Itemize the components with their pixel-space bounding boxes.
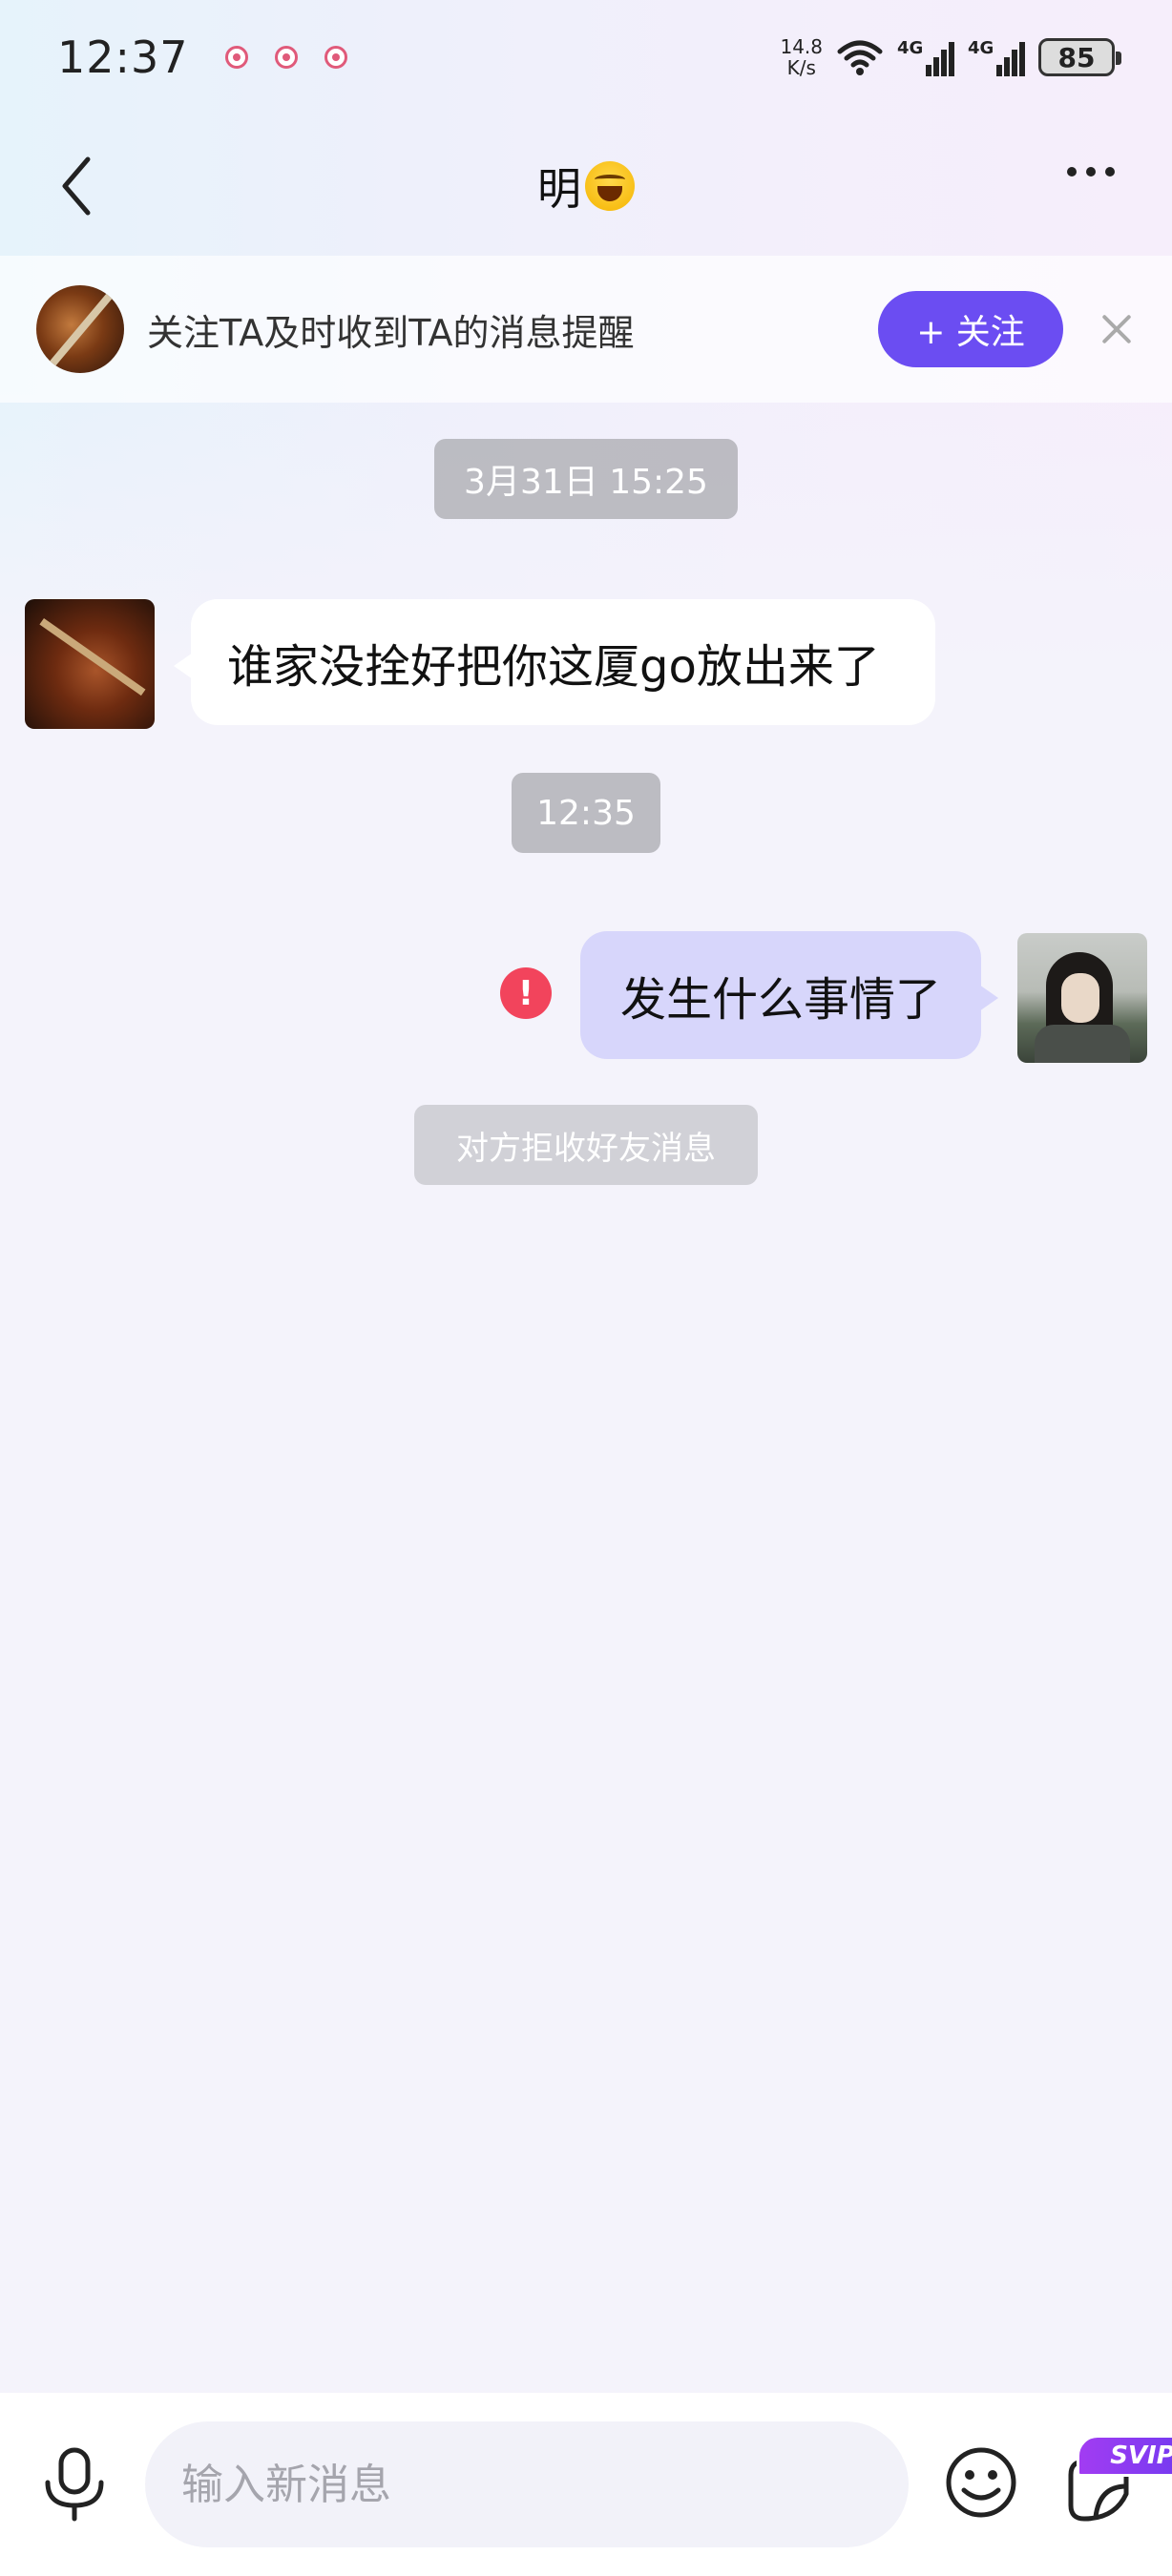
follow-prompt-text: 关注TA及时收到TA的消息提醒 [147,311,635,354]
message-input-bar [0,2393,1172,2576]
dot-icon [1086,167,1096,177]
emoji-button[interactable] [943,2444,1019,2521]
more-options-button[interactable] [1067,167,1115,177]
contact-name: 明 [537,163,581,215]
timestamp-chip: 12:35 [512,773,660,853]
cellular-signal-icon: 4G [897,38,954,76]
dot-icon [1105,167,1115,177]
nav-bar: 明 [0,124,1172,248]
timestamp-chip: 3月31日 15:25 [434,439,738,519]
microphone-icon [45,2447,104,2522]
voice-input-button[interactable] [38,2446,111,2523]
network-speed: 14.8 K/s [780,35,823,79]
back-button[interactable] [48,153,105,219]
status-bar: 12:37 14.8 K/s 4G 4G 85 [0,0,1172,114]
svip-badge: SVIP [1077,2435,1172,2477]
dot-icon [1067,167,1077,177]
cellular-signal-icon: 4G [968,38,1025,76]
follow-banner: 关注TA及时收到TA的消息提醒 + 关注 [0,256,1172,403]
outgoing-message-bubble[interactable]: 发生什么事情了 [580,931,998,1059]
message-text: 发生什么事情了 [619,973,941,1027]
tears-of-joy-emoji-icon [585,161,635,211]
notification-icons [224,46,347,69]
notification-app-icon [274,46,298,69]
contact-avatar-small[interactable] [36,285,124,373]
self-avatar[interactable] [1017,933,1147,1063]
chevron-left-icon [62,156,91,216]
incoming-message-bubble[interactable]: 谁家没拴好把你这厦go放出来了 [174,599,935,725]
system-notice: 对方拒收好友消息 [414,1105,758,1185]
contact-avatar[interactable] [25,599,155,729]
message-text: 谁家没拴好把你这厦go放出来了 [227,640,880,694]
status-time: 12:37 [57,31,189,83]
message-input[interactable] [145,2421,909,2547]
send-failed-icon[interactable]: ! [500,967,552,1019]
notification-app-icon [224,46,248,69]
chat-title: 明 [537,155,635,218]
battery-level: 85 [1057,41,1096,73]
wifi-icon [837,40,883,75]
battery-icon: 85 [1038,38,1121,76]
notification-app-icon [324,46,347,69]
close-banner-icon[interactable] [1098,310,1136,348]
smiley-icon [946,2447,1016,2518]
follow-button[interactable]: + 关注 [878,291,1063,367]
